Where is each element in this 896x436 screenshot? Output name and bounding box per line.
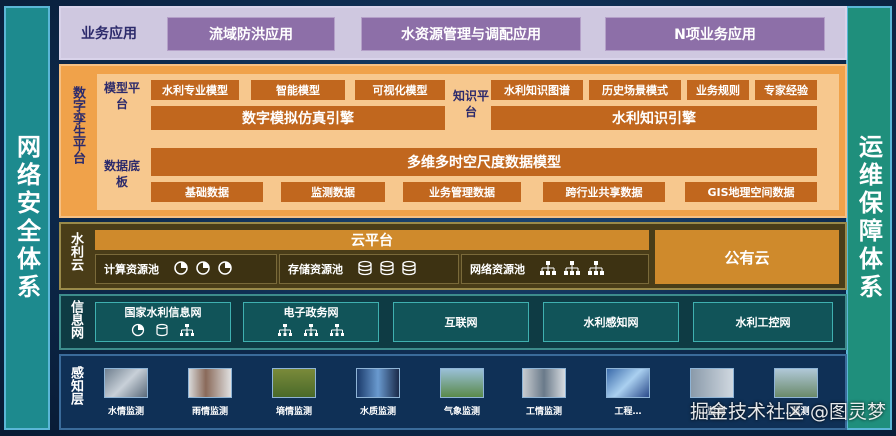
data-item: 基础数据	[151, 182, 263, 202]
sensing-item: 气象监测	[435, 368, 489, 417]
database-icon	[155, 323, 169, 340]
water-cloud-label: 水利云	[68, 232, 83, 271]
knowledge-platform-label: 知识平台	[453, 89, 490, 119]
water-monitoring-image	[104, 368, 148, 398]
knowledge-engine: 水利知识引擎	[491, 106, 817, 130]
knowledge-item: 历史场景模式	[589, 80, 681, 100]
model-item: 可视化模型	[355, 80, 445, 100]
model-item: 水利专业模型	[151, 80, 239, 100]
database-icon	[379, 260, 395, 279]
database-icon	[401, 260, 417, 279]
water-sensing-network: 水利感知网	[543, 302, 679, 342]
sensing-item: 雨情监测	[183, 368, 237, 417]
model-platform-label: 模型平台	[103, 81, 140, 111]
storage-pool-label: 存储资源池	[288, 263, 343, 276]
sensing-item-label: 气象监测	[443, 407, 480, 417]
storage-pool: 存储资源池	[279, 254, 459, 284]
sensing-item: 工情监测	[517, 368, 571, 417]
monitoring-image	[690, 368, 734, 398]
water-industrial-control-network: 水利工控网	[693, 302, 833, 342]
sensing-item-label: 水质监测	[359, 407, 396, 417]
national-water-network: 国家水利信息网	[95, 302, 231, 342]
internet: 互联网	[393, 302, 529, 342]
sensing-item-label: 工情监测	[525, 407, 562, 417]
simulation-engine: 数字模拟仿真引擎	[151, 106, 445, 130]
compute-pool: 计算资源池	[95, 254, 277, 284]
e-government-network-label: 电子政务网	[283, 306, 339, 319]
info-network-label: 信息网	[68, 300, 83, 339]
network-security-system-label: 网络安全体系	[12, 134, 41, 302]
pie-chart-icon	[195, 260, 211, 279]
sensing-item: 水质监测	[351, 368, 405, 417]
weather-monitoring-image	[440, 368, 484, 398]
rain-monitoring-image	[188, 368, 232, 398]
pie-chart-icon	[173, 260, 189, 279]
e-government-network: 电子政务网	[243, 302, 379, 342]
sensing-item-label: 墒情监测	[275, 407, 312, 417]
national-water-network-label: 国家水利信息网	[124, 306, 202, 319]
flood-control-app: 流域防洪应用	[167, 17, 335, 51]
sensing-item-label: 水情监测	[107, 407, 144, 417]
network-topology-icon	[277, 323, 293, 340]
cloud-platform: 云平台	[95, 230, 649, 250]
sensing-item: 工程…	[601, 368, 655, 417]
data-base-label: 数据底板	[103, 159, 140, 189]
database-icon	[357, 260, 373, 279]
sensing-item-label: 工程…	[614, 407, 642, 417]
water-quality-image	[356, 368, 400, 398]
info-network-layer: 信息网 国家水利信息网 电子政务网 互联网 水利感知网 水利工控网	[59, 294, 847, 350]
knowledge-item: 水利知识图谱	[491, 80, 583, 100]
ops-support-system-label: 运维保障体系	[854, 134, 883, 302]
network-topology-icon	[563, 260, 581, 279]
network-topology-icon	[179, 323, 195, 340]
digital-twin-label: 数字孪生平台	[70, 86, 85, 164]
network-pool: 网络资源池	[461, 254, 649, 284]
digital-twin-layer: 数字孪生平台 模型平台 水利专业模型 智能模型 可视化模型 数字模拟仿真引擎 知…	[59, 64, 847, 218]
business-layer-label: 业务应用	[81, 26, 137, 42]
watermark: 掘金技术社区 @图灵梦	[689, 401, 886, 423]
monitoring-image	[774, 368, 818, 398]
digital-twin-inner: 模型平台 水利专业模型 智能模型 可视化模型 数字模拟仿真引擎 知识平台 水利知…	[97, 74, 839, 210]
model-item: 智能模型	[251, 80, 345, 100]
network-topology-icon	[587, 260, 605, 279]
business-layer: 业务应用 流域防洪应用 水资源管理与调配应用 N项业务应用	[59, 6, 847, 60]
data-item: GIS地理空间数据	[685, 182, 817, 202]
data-item: 业务管理数据	[403, 182, 521, 202]
n-business-app: N项业务应用	[605, 17, 825, 51]
water-cloud-layer: 水利云 云平台 计算资源池 存储资源池 网络资源池 公有云	[59, 222, 847, 290]
public-cloud: 公有云	[655, 230, 839, 284]
network-security-system-panel: 网络安全体系	[4, 6, 50, 430]
water-resource-app: 水资源管理与调配应用	[361, 17, 581, 51]
sensing-layer-label: 感知层	[68, 366, 83, 405]
engineering-monitoring-image	[522, 368, 566, 398]
ops-support-system-panel: 运维保障体系	[846, 6, 892, 430]
knowledge-item: 业务规则	[687, 80, 749, 100]
compute-pool-label: 计算资源池	[104, 263, 159, 276]
network-pool-label: 网络资源池	[470, 263, 525, 276]
data-item: 监测数据	[281, 182, 385, 202]
knowledge-item: 专家经验	[755, 80, 817, 100]
data-model: 多维多时空尺度数据模型	[151, 148, 817, 176]
pie-chart-icon	[217, 260, 233, 279]
network-topology-icon	[329, 323, 345, 340]
pie-chart-icon	[131, 323, 145, 340]
network-topology-icon	[303, 323, 319, 340]
sensing-item: 水情监测	[99, 368, 153, 417]
sensing-item-label: 雨情监测	[191, 407, 228, 417]
sensing-item: 墒情监测	[267, 368, 321, 417]
network-topology-icon	[539, 260, 557, 279]
data-item: 跨行业共享数据	[543, 182, 665, 202]
project-monitoring-image	[606, 368, 650, 398]
soil-moisture-image	[272, 368, 316, 398]
